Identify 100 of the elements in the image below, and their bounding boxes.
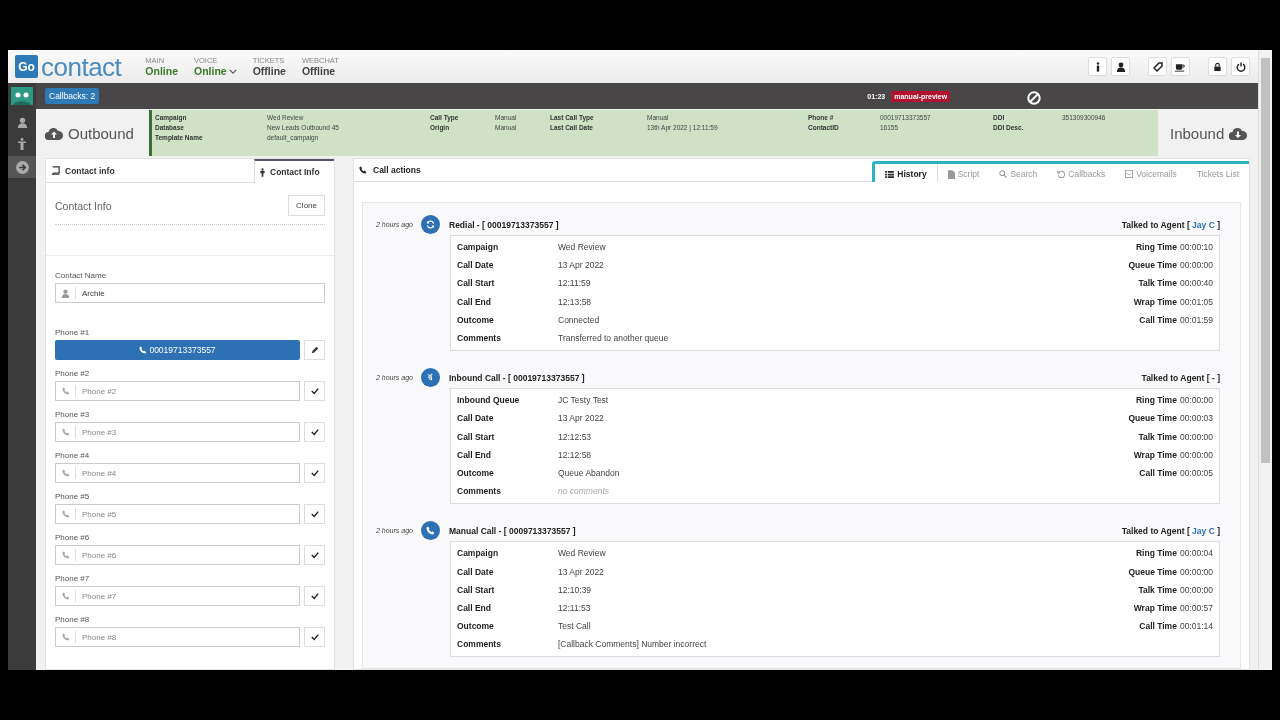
- time-label: Talk Time: [1138, 278, 1177, 289]
- confirm-button[interactable]: [304, 463, 325, 483]
- confirm-button[interactable]: [304, 586, 325, 606]
- time-label: Call Time: [1139, 314, 1177, 325]
- agent-link[interactable]: Jay C: [1192, 219, 1215, 230]
- phone-icon: [61, 428, 70, 436]
- time-label: Wrap Time: [1133, 449, 1177, 460]
- ban-icon[interactable]: [1027, 91, 1042, 105]
- check-icon: [310, 551, 319, 559]
- status-value[interactable]: Online: [194, 65, 237, 77]
- field-label: Phone #4: [55, 451, 91, 460]
- phone-field[interactable]: Phone #7: [55, 586, 300, 606]
- confirm-button[interactable]: [304, 422, 325, 442]
- detail-value: JC Testy Test: [558, 395, 609, 406]
- confirm-button[interactable]: [304, 627, 325, 647]
- check-icon: [310, 428, 319, 436]
- coffee-button[interactable]: [1171, 57, 1190, 76]
- document-icon: [947, 169, 955, 179]
- time-value: 00:00:00: [1179, 584, 1213, 595]
- avatar-icon[interactable]: [11, 87, 33, 105]
- time-label: Ring Time: [1135, 242, 1177, 253]
- edit-button[interactable]: [304, 340, 325, 360]
- search-icon: [999, 170, 1008, 178]
- detail-label: Call End: [457, 449, 492, 460]
- time-value: 00:01:59: [1179, 314, 1213, 325]
- field-label: Phone #2: [55, 369, 91, 378]
- status-value[interactable]: Offline: [252, 65, 286, 77]
- user-icon: [61, 288, 70, 298]
- phone-field[interactable]: Phone #5: [55, 504, 300, 524]
- info-button[interactable]: [1088, 57, 1107, 76]
- status-value[interactable]: Online: [145, 65, 178, 77]
- phone-icon: [61, 387, 70, 395]
- confirm-button[interactable]: [304, 504, 325, 524]
- detail-label: Call End: [457, 602, 492, 613]
- detail-value: Connected: [558, 314, 600, 325]
- lock-button[interactable]: [1208, 57, 1227, 76]
- detail-label: Call Start: [457, 431, 496, 442]
- detail-label: Campaign: [457, 548, 500, 559]
- detail-value: Wed Review: [558, 548, 606, 559]
- field-label: Phone #8: [55, 615, 91, 624]
- scrollbar[interactable]: [1258, 50, 1272, 670]
- coffee-icon: [1175, 61, 1186, 72]
- lock-icon: [1213, 61, 1222, 72]
- logo-badge: Go: [15, 55, 38, 78]
- time-label: Call Time: [1139, 467, 1177, 478]
- time-value: 00:00:40: [1179, 278, 1213, 289]
- phone-field[interactable]: Phone #3: [55, 422, 300, 442]
- cloud-upload-icon: [45, 126, 63, 140]
- time-value: 00:00:00: [1179, 260, 1213, 271]
- detail-value: 12:13:58: [558, 296, 592, 307]
- agent-text: Talked to Agent [ Jay C ]: [1121, 219, 1220, 230]
- detail-value: 13 Apr 2022: [558, 260, 604, 271]
- detail-label: Outcome: [457, 314, 495, 325]
- person-icon[interactable]: [16, 117, 28, 128]
- phone-field[interactable]: Phone #8: [55, 627, 300, 647]
- direction-label: Outbound: [68, 124, 134, 142]
- detail-label: Comments: [457, 486, 502, 497]
- detail-label: Comments: [457, 333, 502, 344]
- detail-label: Call Start: [457, 584, 496, 595]
- detail-value: 12:12:58: [558, 449, 592, 460]
- detail-value: 13 Apr 2022: [558, 413, 604, 424]
- time-value: 00:00:57: [1179, 602, 1213, 613]
- phone-field[interactable]: Phone #4: [55, 463, 300, 483]
- panel-tab[interactable]: Contact Info: [254, 159, 334, 183]
- person-icon: [260, 167, 265, 177]
- phone-field[interactable]: Phone #2: [55, 381, 300, 401]
- caret-icon: [228, 68, 237, 74]
- agent-link[interactable]: Jay C: [1192, 525, 1215, 536]
- detail-label: Call End: [457, 296, 492, 307]
- confirm-button[interactable]: [304, 381, 325, 401]
- field-label: Phone #1: [55, 328, 91, 337]
- panel-title: Call actions: [373, 165, 421, 175]
- section-title: Contact Info: [55, 199, 112, 212]
- phone-icon: [61, 510, 70, 518]
- tag-button[interactable]: [1148, 57, 1167, 76]
- arrow-circle-icon[interactable]: [15, 160, 29, 174]
- callbacks-badge[interactable]: Callbacks: 2: [45, 88, 100, 104]
- detail-label: Call Date: [457, 413, 495, 424]
- confirm-button[interactable]: [304, 545, 325, 565]
- power-button[interactable]: [1231, 57, 1250, 76]
- tag-icon: [1152, 61, 1163, 72]
- phone-icon: [421, 521, 440, 541]
- user-button[interactable]: [1111, 57, 1130, 76]
- time-value: 00:00:04: [1179, 548, 1213, 559]
- check-icon: [310, 633, 319, 641]
- detail-value: 12:12:53: [558, 431, 592, 442]
- undo-icon: [1057, 170, 1066, 178]
- clone-button[interactable]: Clone: [288, 195, 325, 216]
- detail-label: Call Date: [457, 566, 495, 577]
- check-icon: [310, 592, 319, 600]
- logo-text: contact: [41, 53, 122, 80]
- time-value: 00:00:05: [1179, 467, 1213, 478]
- phone-field[interactable]: Phone #6: [55, 545, 300, 565]
- time-label: Wrap Time: [1133, 296, 1177, 307]
- dial-button[interactable]: 00019713373557: [55, 340, 300, 360]
- status-value[interactable]: Offline: [301, 65, 339, 77]
- figure-icon[interactable]: [17, 138, 27, 150]
- detail-label: Outcome: [457, 467, 495, 478]
- contact-name-field[interactable]: Archie: [55, 283, 325, 303]
- detail-value: [Callback Comments] Number incorrect: [558, 639, 707, 650]
